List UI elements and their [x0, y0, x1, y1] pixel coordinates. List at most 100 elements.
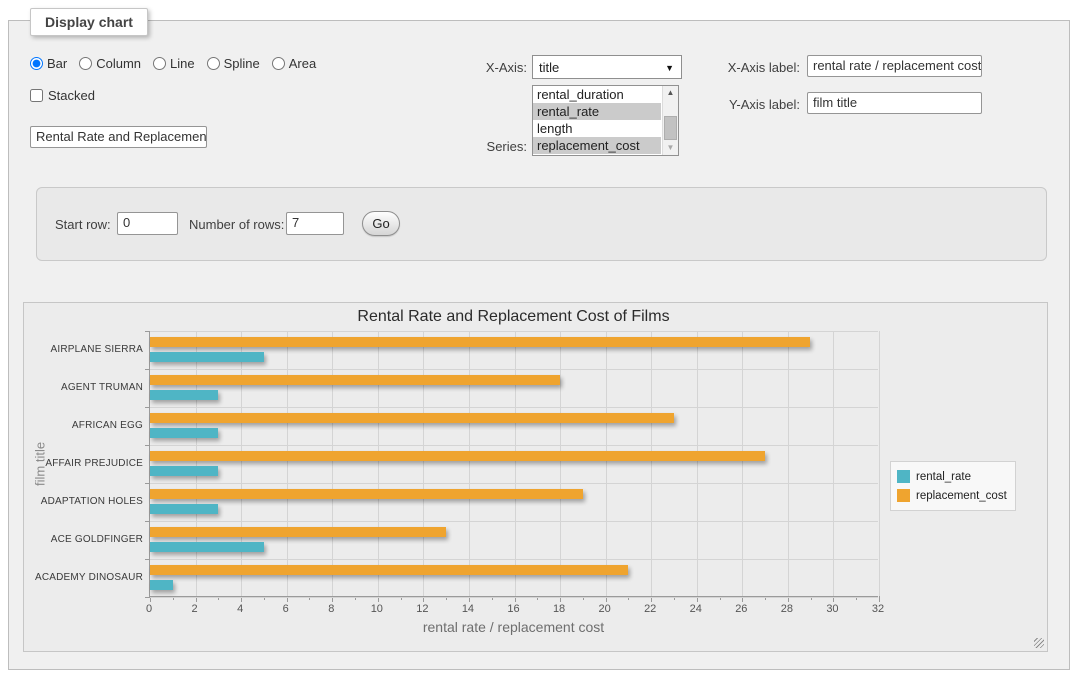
bar-rental_rate-academy-dinosaur — [150, 580, 173, 590]
chart-type-label-spline[interactable]: Spline — [224, 56, 260, 71]
gridline — [150, 407, 878, 408]
go-button[interactable]: Go — [362, 211, 400, 236]
stacked-checkbox[interactable] — [30, 89, 43, 102]
chevron-down-icon: ▼ — [665, 63, 674, 73]
resize-handle-icon[interactable] — [1034, 638, 1044, 648]
legend-label: replacement_cost — [916, 490, 1007, 502]
gridline — [560, 331, 561, 596]
legend-label: rental_rate — [916, 471, 971, 483]
start-row-input[interactable]: 0 — [117, 212, 178, 235]
bar-replacement_cost-adaptation-holes — [150, 489, 583, 499]
series-option-rental_rate[interactable]: rental_rate — [533, 103, 661, 120]
chart-type-radio-column[interactable] — [79, 57, 92, 70]
x-tick-label: 22 — [637, 603, 663, 615]
x-tick-label: 8 — [318, 603, 344, 615]
legend-swatch-icon — [897, 489, 910, 502]
x-tick-label: 10 — [364, 603, 390, 615]
gridline — [469, 331, 470, 596]
chart-type-radio-area[interactable] — [272, 57, 285, 70]
x-tick-label: 2 — [182, 603, 208, 615]
series-option-replacement_cost[interactable]: replacement_cost — [533, 137, 661, 154]
bar-replacement_cost-academy-dinosaur — [150, 565, 628, 575]
gridline — [879, 331, 880, 596]
x-tick-label: 6 — [273, 603, 299, 615]
x-tick-label: 0 — [136, 603, 162, 615]
x-axis-selected-value: title — [539, 60, 559, 75]
x-tick-label: 12 — [409, 603, 435, 615]
gridline — [150, 331, 878, 332]
x-tick-label: 16 — [501, 603, 527, 615]
y-axis-title: film title — [30, 331, 50, 597]
chart-type-radio-group: Bar Column Line Spline Area — [30, 56, 324, 71]
scrollbar-thumb[interactable] — [664, 116, 677, 140]
fieldset-title: Display chart — [30, 8, 148, 36]
bar-rental_rate-agent-truman — [150, 390, 218, 400]
y-tick — [145, 331, 150, 332]
bar-replacement_cost-affair-prejudice — [150, 451, 765, 461]
chart-type-radio-spline[interactable] — [207, 57, 220, 70]
x-tick-label: 14 — [455, 603, 481, 615]
x-tick-label: 4 — [227, 603, 253, 615]
chart-type-radio-line[interactable] — [153, 57, 166, 70]
x-axis-title: rental rate / replacement cost — [149, 619, 878, 635]
bar-replacement_cost-airplane-sierra — [150, 337, 810, 347]
y-tick — [145, 369, 150, 370]
bar-rental_rate-african-egg — [150, 428, 218, 438]
series-select-label: Series: — [437, 139, 527, 155]
gridline — [515, 331, 516, 596]
x-axis-select[interactable]: title ▼ — [532, 55, 682, 79]
bar-replacement_cost-african-egg — [150, 413, 674, 423]
scrollbar[interactable]: ▲ ▼ — [662, 86, 678, 155]
y-axis-label-caption: Y-Axis label: — [712, 97, 800, 113]
plot-area — [149, 331, 878, 597]
gridline — [651, 331, 652, 596]
legend-item-replacement_cost[interactable]: replacement_cost — [897, 486, 1007, 505]
x-axis-label-input[interactable]: rental rate / replacement cost — [807, 55, 982, 77]
chart-type-label-line[interactable]: Line — [170, 56, 195, 71]
scroll-up-icon[interactable]: ▲ — [663, 86, 678, 100]
y-axis-label-input[interactable]: film title — [807, 92, 982, 114]
y-tick — [145, 407, 150, 408]
gridline — [196, 331, 197, 596]
chart-title-input[interactable]: Rental Rate and Replacement Cost of Film… — [30, 126, 207, 148]
number-of-rows-input[interactable]: 7 — [286, 212, 344, 235]
series-option-rental_duration[interactable]: rental_duration — [533, 86, 661, 103]
x-tick-label: 32 — [865, 603, 891, 615]
gridline — [378, 331, 379, 596]
scroll-down-icon[interactable]: ▼ — [663, 141, 678, 155]
start-row-label: Start row: — [55, 217, 111, 233]
y-tick — [145, 483, 150, 484]
gridline — [150, 369, 878, 370]
series-option-length[interactable]: length — [533, 120, 661, 137]
gridline — [833, 331, 834, 596]
y-tick — [145, 559, 150, 560]
chart-type-radio-bar[interactable] — [30, 57, 43, 70]
gridline — [788, 331, 789, 596]
gridline — [423, 331, 424, 596]
y-tick — [145, 445, 150, 446]
x-tick-label: 20 — [592, 603, 618, 615]
x-tick-label: 26 — [728, 603, 754, 615]
legend-swatch-icon — [897, 470, 910, 483]
bar-rental_rate-affair-prejudice — [150, 466, 218, 476]
legend-item-rental_rate[interactable]: rental_rate — [897, 467, 1007, 486]
number-of-rows-label: Number of rows: — [189, 217, 284, 233]
chart-type-label-area[interactable]: Area — [289, 56, 316, 71]
y-tick — [145, 521, 150, 522]
gridline — [742, 331, 743, 596]
x-axis-select-label: X-Axis: — [437, 60, 527, 76]
chart-type-label-column[interactable]: Column — [96, 56, 141, 71]
x-tick-label: 24 — [683, 603, 709, 615]
gridline — [606, 331, 607, 596]
series-multiselect[interactable]: rental_durationrental_ratelengthreplacem… — [532, 85, 679, 156]
bar-rental_rate-adaptation-holes — [150, 504, 218, 514]
x-axis-label-caption: X-Axis label: — [712, 60, 800, 76]
chart-type-label-bar[interactable]: Bar — [47, 56, 67, 71]
gridline — [150, 445, 878, 446]
x-tick-label: 18 — [546, 603, 572, 615]
bar-replacement_cost-ace-goldfinger — [150, 527, 446, 537]
stacked-checkbox-row: Stacked — [30, 88, 95, 103]
chart-legend: rental_rate replacement_cost — [890, 461, 1016, 511]
chart-container: Rental Rate and Replacement Cost of Film… — [23, 302, 1048, 652]
stacked-label: Stacked — [48, 88, 95, 103]
